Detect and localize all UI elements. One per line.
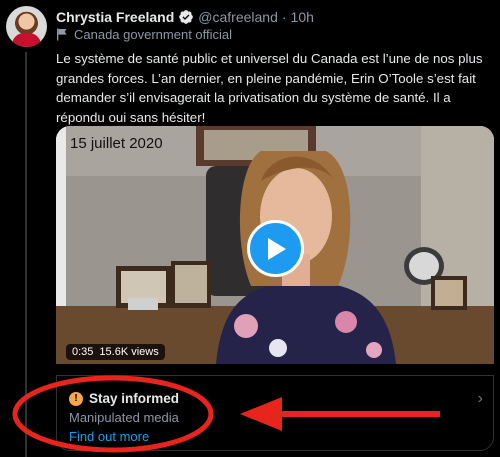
tweet-header: Chrystia Freeland @cafreeland · 10h xyxy=(56,7,314,27)
video-player[interactable]: 15 juillet 2020 0:35 15.6K views xyxy=(56,126,494,364)
video-views: 15.6K views xyxy=(99,346,159,358)
notice-title: ! Stay informed xyxy=(69,391,179,406)
warning-icon: ! xyxy=(69,391,83,406)
separator-dot: · xyxy=(281,9,287,25)
avatar[interactable] xyxy=(6,6,47,47)
chevron-right-icon[interactable]: › xyxy=(478,390,483,408)
government-label-text: Canada government official xyxy=(74,27,233,42)
find-out-more-link[interactable]: Find out more xyxy=(69,429,149,444)
author-handle[interactable]: @cafreeland xyxy=(198,9,278,25)
play-button[interactable] xyxy=(247,220,304,277)
video-stats: 0:35 15.6K views xyxy=(66,344,165,360)
tweet-text: Le système de santé public et universel … xyxy=(56,51,483,125)
flag-icon xyxy=(57,28,67,41)
play-icon xyxy=(267,237,286,260)
notice-subtitle: Manipulated media xyxy=(69,410,179,425)
verified-badge-icon xyxy=(179,10,194,24)
video-duration: 0:35 xyxy=(72,346,94,358)
video-date-overlay: 15 juillet 2020 xyxy=(70,135,163,152)
government-label: Canada government official xyxy=(56,27,232,42)
thread-line xyxy=(25,52,27,457)
author-name[interactable]: Chrystia Freeland xyxy=(56,9,174,25)
timestamp[interactable]: 10h xyxy=(291,9,314,25)
stay-informed-notice[interactable]: ! Stay informed Manipulated media Find o… xyxy=(56,375,494,451)
notice-title-text: Stay informed xyxy=(89,391,180,406)
